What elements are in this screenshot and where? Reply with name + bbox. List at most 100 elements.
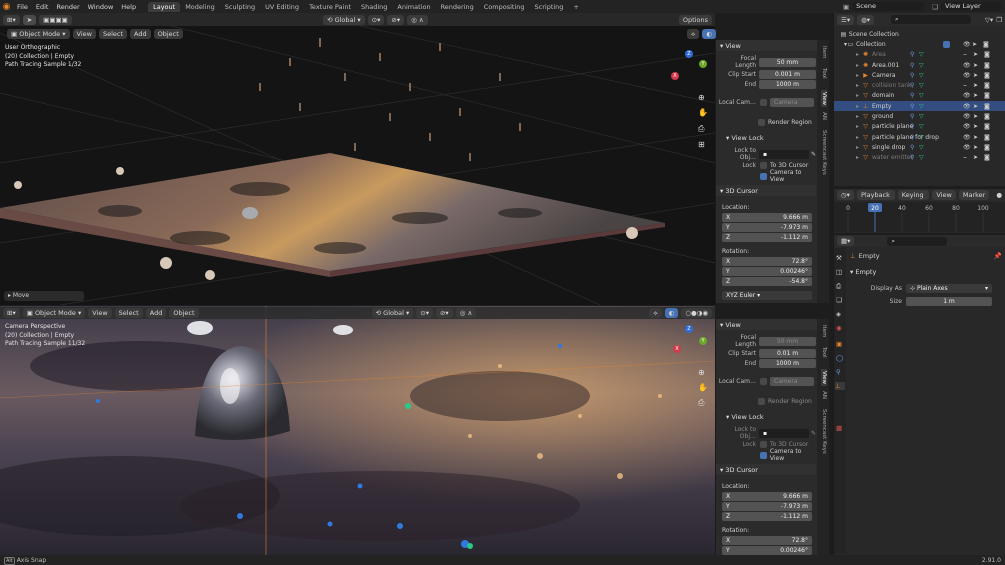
- cursor-location-y-field[interactable]: Y -7.973 m: [722, 501, 812, 511]
- outliner-item-row[interactable]: ▸ ⊥ Empty ⚲ ▽ 👁 ➤ ◙: [834, 101, 1005, 112]
- tab-compositing[interactable]: Compositing: [479, 2, 530, 12]
- expand-arrow-icon[interactable]: ▸: [856, 134, 859, 141]
- view-panel-header[interactable]: ▾ View: [716, 40, 817, 51]
- grid-toggle-icon[interactable]: ⊞: [698, 140, 705, 149]
- size-field[interactable]: 1 m: [906, 296, 992, 306]
- tab-uv-editing[interactable]: UV Editing: [260, 2, 304, 12]
- clip-start-field[interactable]: 0.001 m: [759, 69, 816, 79]
- render-camera-icon[interactable]: ◙: [984, 92, 990, 99]
- outliner-item-row[interactable]: ▸ ▽ ground ⚲ ▽ 👁 ➤ ◙: [834, 111, 1005, 121]
- select-arrow-icon[interactable]: ➤: [973, 82, 978, 89]
- modifier-icon[interactable]: ⚲: [910, 51, 914, 58]
- collection-exclude-checkbox[interactable]: [943, 40, 950, 48]
- select-arrow-icon[interactable]: ➤: [972, 41, 977, 48]
- render-camera-icon[interactable]: ◙: [984, 134, 990, 141]
- view-panel-header[interactable]: ▾ View: [716, 319, 817, 330]
- operator-panel[interactable]: ▸ Move: [4, 291, 84, 301]
- select-arrow-icon[interactable]: ➤: [973, 144, 978, 151]
- camera-view-icon[interactable]: ⎙: [698, 124, 704, 134]
- gizmo-y-axis[interactable]: Y: [699, 337, 707, 345]
- object-data-icon[interactable]: ▽: [919, 123, 924, 130]
- properties-search-input[interactable]: ⌕: [887, 236, 948, 246]
- focal-length-field[interactable]: 50 mm: [759, 336, 816, 346]
- menu-keying[interactable]: Keying ▾: [897, 190, 930, 209]
- camera-to-view-checkbox[interactable]: [760, 172, 767, 180]
- expand-arrow-icon[interactable]: ▸: [856, 113, 859, 120]
- scene-collection-row[interactable]: ▤ Scene Collection: [840, 29, 1000, 39]
- outliner-item-row[interactable]: ▸ ✺ Area ⚲ ▽ ⌣ ➤ ◙: [834, 50, 1005, 60]
- physics-tab-icon[interactable]: ◯: [836, 354, 843, 362]
- gizmo-x-axis[interactable]: X: [671, 72, 679, 80]
- add-workspace-button[interactable]: +: [568, 2, 583, 12]
- render-camera-icon[interactable]: ◙: [984, 62, 990, 69]
- navigation-gizmo-bottom[interactable]: Z Y X: [671, 325, 711, 365]
- outliner-search-input[interactable]: ⌕: [891, 15, 972, 24]
- object-mode-dropdown[interactable]: ▣ Object Mode ▾: [7, 28, 70, 39]
- render-camera-icon[interactable]: ◙: [983, 41, 989, 48]
- expand-arrow-icon[interactable]: ▸: [856, 123, 859, 130]
- select-arrow-icon[interactable]: ➤: [973, 123, 978, 130]
- hidden-eye-icon[interactable]: ⌣: [963, 154, 967, 162]
- world-tab-icon[interactable]: ◉: [836, 324, 842, 332]
- select-tool-icon[interactable]: ➤: [22, 14, 37, 25]
- eyedropper-icon[interactable]: ✎: [811, 151, 816, 158]
- menu-add[interactable]: Add: [145, 308, 167, 318]
- texture-tab-icon[interactable]: ▩: [836, 424, 842, 432]
- menu-render[interactable]: Render: [52, 3, 83, 11]
- proportional-edit-icon[interactable]: ◎ ∧: [407, 14, 428, 25]
- cursor-rotation-y-field[interactable]: Y 0.00246°: [722, 545, 812, 555]
- expand-arrow-icon[interactable]: ▸: [856, 154, 859, 161]
- display-as-dropdown[interactable]: ⊹ Plain Axes ▾: [906, 283, 992, 293]
- menu-object[interactable]: Object: [169, 308, 199, 318]
- clip-start-field[interactable]: 0.01 m: [759, 348, 816, 358]
- cursor-rotation-z-field[interactable]: Z -54.8°: [722, 276, 812, 286]
- menu-playback[interactable]: Playback ▾: [856, 190, 895, 209]
- modifier-icon[interactable]: ⚲: [910, 134, 914, 141]
- overlay-toggle-icon[interactable]: ◐: [702, 28, 716, 39]
- cursor-location-z-field[interactable]: Z -1.112 m: [722, 511, 812, 521]
- select-arrow-icon[interactable]: ➤: [973, 62, 978, 69]
- render-camera-icon[interactable]: ◙: [984, 72, 990, 79]
- tab-texture-paint[interactable]: Texture Paint: [304, 2, 356, 12]
- cursor-location-x-field[interactable]: X 9.666 m: [722, 491, 812, 501]
- expand-arrow-icon[interactable]: ▸: [856, 92, 859, 99]
- tool-tab-icon[interactable]: ⚒: [836, 254, 842, 262]
- render-region-checkbox[interactable]: [758, 118, 765, 126]
- menu-help[interactable]: Help: [117, 3, 140, 11]
- object-data-icon[interactable]: ▽: [919, 62, 924, 69]
- menu-add[interactable]: Add: [130, 28, 151, 39]
- clip-end-field[interactable]: 1000 m: [759, 79, 816, 89]
- local-camera-checkbox[interactable]: [760, 377, 767, 385]
- menu-view[interactable]: View: [932, 190, 956, 200]
- snap-icon[interactable]: ⊘▾: [435, 308, 453, 318]
- object-data-icon[interactable]: ▽: [919, 113, 924, 120]
- object-data-icon[interactable]: ▽: [919, 82, 924, 89]
- pivot-icon[interactable]: ⊙▾: [416, 308, 433, 318]
- outliner-item-row[interactable]: ▸ ▽ domain ⚲ ▽ 👁 ➤ ◙: [834, 91, 1005, 101]
- zoom-icon[interactable]: ⊕: [698, 368, 705, 377]
- tab-modeling[interactable]: Modeling: [180, 2, 220, 12]
- to-3d-cursor-checkbox[interactable]: [760, 161, 767, 169]
- object-data-icon[interactable]: ▽: [919, 103, 924, 110]
- tab-layout[interactable]: Layout: [148, 1, 181, 12]
- tab-scripting[interactable]: Scripting: [530, 2, 569, 12]
- scene-selector[interactable]: Scene: [852, 2, 925, 11]
- gizmo-toggle-icon[interactable]: ⟡: [687, 28, 700, 39]
- navigation-gizmo-top[interactable]: Z Y X: [671, 50, 711, 90]
- menu-view[interactable]: View: [88, 308, 112, 318]
- select-arrow-icon[interactable]: ➤: [973, 103, 978, 110]
- outliner-item-row[interactable]: ▸ ▶ Camera ⚲ ▽ 👁 ➤ ◙: [834, 70, 1005, 80]
- cursor-location-x-field[interactable]: X 9.666 m: [722, 212, 812, 222]
- expand-arrow-icon[interactable]: ▸: [856, 103, 859, 110]
- render-camera-icon[interactable]: ◙: [984, 82, 990, 89]
- render-tab-icon[interactable]: ◫: [836, 268, 842, 276]
- sidebar-tab-an[interactable]: AN: [821, 112, 827, 120]
- select-arrow-icon[interactable]: ➤: [973, 72, 978, 79]
- sidebar-tab-view[interactable]: View: [821, 369, 827, 387]
- object-data-icon[interactable]: ▽: [919, 92, 924, 99]
- visibility-eye-icon[interactable]: 👁: [963, 103, 971, 110]
- editor-type-button[interactable]: ⊞▾: [3, 14, 20, 25]
- visibility-eye-icon[interactable]: 👁: [963, 92, 971, 99]
- cursor-rotation-y-field[interactable]: Y 0.00246°: [722, 266, 812, 276]
- outliner-item-row[interactable]: ▸ ▽ particle plane ⚲ ▽ 👁 ➤ ◙: [834, 122, 1005, 132]
